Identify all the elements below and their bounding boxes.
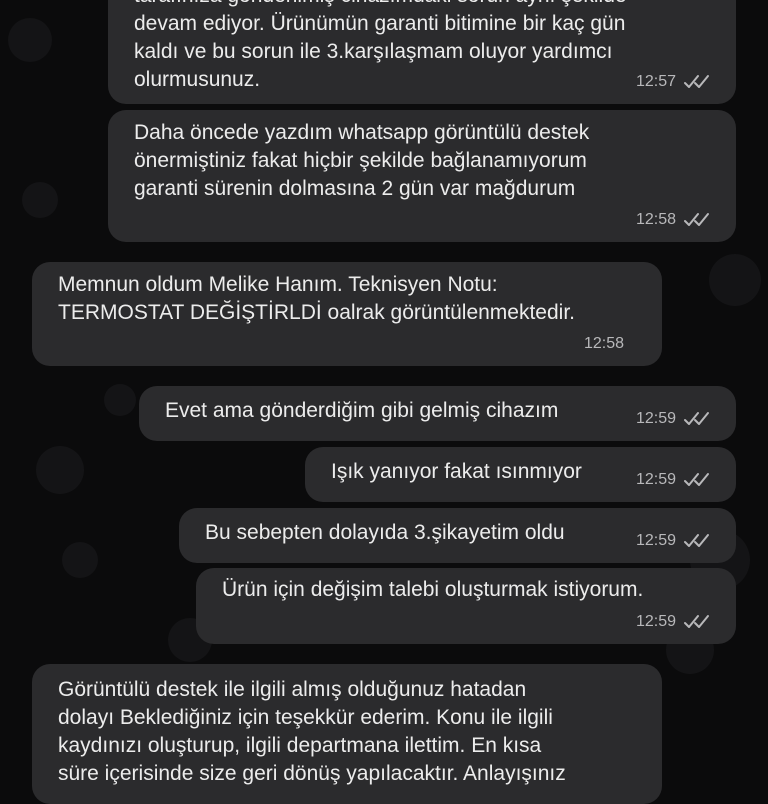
message-text: Daha öncede yazdım whatsapp görüntülü de… xyxy=(134,119,710,203)
message-bubble-incoming[interactable]: Memnun oldum Melike Hanım. Teknisyen Not… xyxy=(32,262,662,366)
message-text: Evet ama gönderdiğim gibi gelmiş cihazım xyxy=(165,397,710,425)
message-line: süre içerisinde size geri dönüş yapılaca… xyxy=(58,762,566,785)
message-bubble-outgoing[interactable]: Daha öncede yazdım whatsapp görüntülü de… xyxy=(108,110,736,242)
message-line: Ürün için değişim talebi oluşturmak isti… xyxy=(222,578,644,601)
message-text: Görüntülü destek ile ilgili almış olduğu… xyxy=(58,676,652,788)
message-bubble-outgoing[interactable]: Işık yanıyor fakat ısınmıyor 12:59 xyxy=(305,447,736,502)
message-meta: 12:57 xyxy=(636,68,714,96)
message-line: dolayı Beklediğiniz için teşekkür ederim… xyxy=(58,706,553,729)
message-time: 12:59 xyxy=(635,471,676,488)
message-line: garanti sürenin dolmasına 2 gün var mağd… xyxy=(134,177,576,200)
message-meta: 12:59 xyxy=(636,608,714,636)
message-line: Görüntülü destek ile ilgili almış olduğu… xyxy=(58,678,527,701)
message-time: 12:59 xyxy=(635,410,676,427)
message-line: Işık yanıyor fakat ısınmıyor xyxy=(331,460,582,483)
message-line: Daha öncede yazdım whatsapp görüntülü de… xyxy=(134,121,590,144)
message-bubble-outgoing[interactable]: Bu sebepten dolayıda 3.şikayetim oldu 12… xyxy=(179,508,736,563)
message-line: TERMOSTAT DEĞİŞTİRLDİ oalrak görüntülenm… xyxy=(58,301,576,324)
message-text: Memnun oldum Melike Hanım. Teknisyen Not… xyxy=(58,271,636,327)
message-time: 12:57 xyxy=(635,73,676,90)
message-meta: 12:58 xyxy=(584,330,624,358)
message-line: olurmusunuz. xyxy=(134,68,261,91)
message-bubble-outgoing[interactable]: Ürün için değişim talebi oluşturmak isti… xyxy=(196,568,736,644)
message-text: Ürün için değişim talebi oluşturmak isti… xyxy=(222,576,710,604)
read-double-check-icon xyxy=(684,213,709,226)
read-double-check-icon xyxy=(684,412,709,425)
message-line: Memnun oldum Melike Hanım. Teknisyen Not… xyxy=(58,273,498,296)
message-line: tarafınıza gönderilmiş cihazımdaki sorun… xyxy=(134,0,710,10)
message-meta: 12:58 xyxy=(636,206,714,234)
message-time: 12:58 xyxy=(635,211,676,228)
message-text: Bu sebepten dolayıda 3.şikayetim oldu xyxy=(205,519,710,547)
read-double-check-icon xyxy=(684,75,709,88)
message-meta: 12:59 xyxy=(636,527,714,555)
message-text: tarafınıza gönderilmiş cihazımdaki sorun… xyxy=(134,0,710,94)
message-bubble-outgoing[interactable]: Evet ama gönderdiğim gibi gelmiş cihazım… xyxy=(139,386,736,441)
message-line: önermiştiniz fakat hiçbir şekilde bağlan… xyxy=(134,149,587,172)
message-line: Bu sebepten dolayıda 3.şikayetim oldu xyxy=(205,521,565,544)
message-meta: 12:59 xyxy=(636,405,714,433)
message-bubble-outgoing[interactable]: tarafınıza gönderilmiş cihazımdaki sorun… xyxy=(108,0,736,104)
message-line: Evet ama gönderdiğim gibi gelmiş cihazım xyxy=(165,399,559,422)
message-time: 12:59 xyxy=(635,532,676,549)
read-double-check-icon xyxy=(684,534,709,547)
message-line: kaldı ve bu sorun ile 3.karşılaşmam oluy… xyxy=(134,40,613,63)
message-line: kaydınızı oluşturup, ilgili departmana i… xyxy=(58,734,542,757)
message-time: 12:59 xyxy=(635,613,676,630)
message-meta: 12:59 xyxy=(636,466,714,494)
read-double-check-icon xyxy=(684,473,709,486)
message-time: 12:58 xyxy=(583,335,624,352)
read-double-check-icon xyxy=(684,615,709,628)
message-line: devam ediyor. Ürünümün garanti bitimine … xyxy=(134,12,626,35)
message-bubble-incoming[interactable]: Görüntülü destek ile ilgili almış olduğu… xyxy=(32,664,662,804)
